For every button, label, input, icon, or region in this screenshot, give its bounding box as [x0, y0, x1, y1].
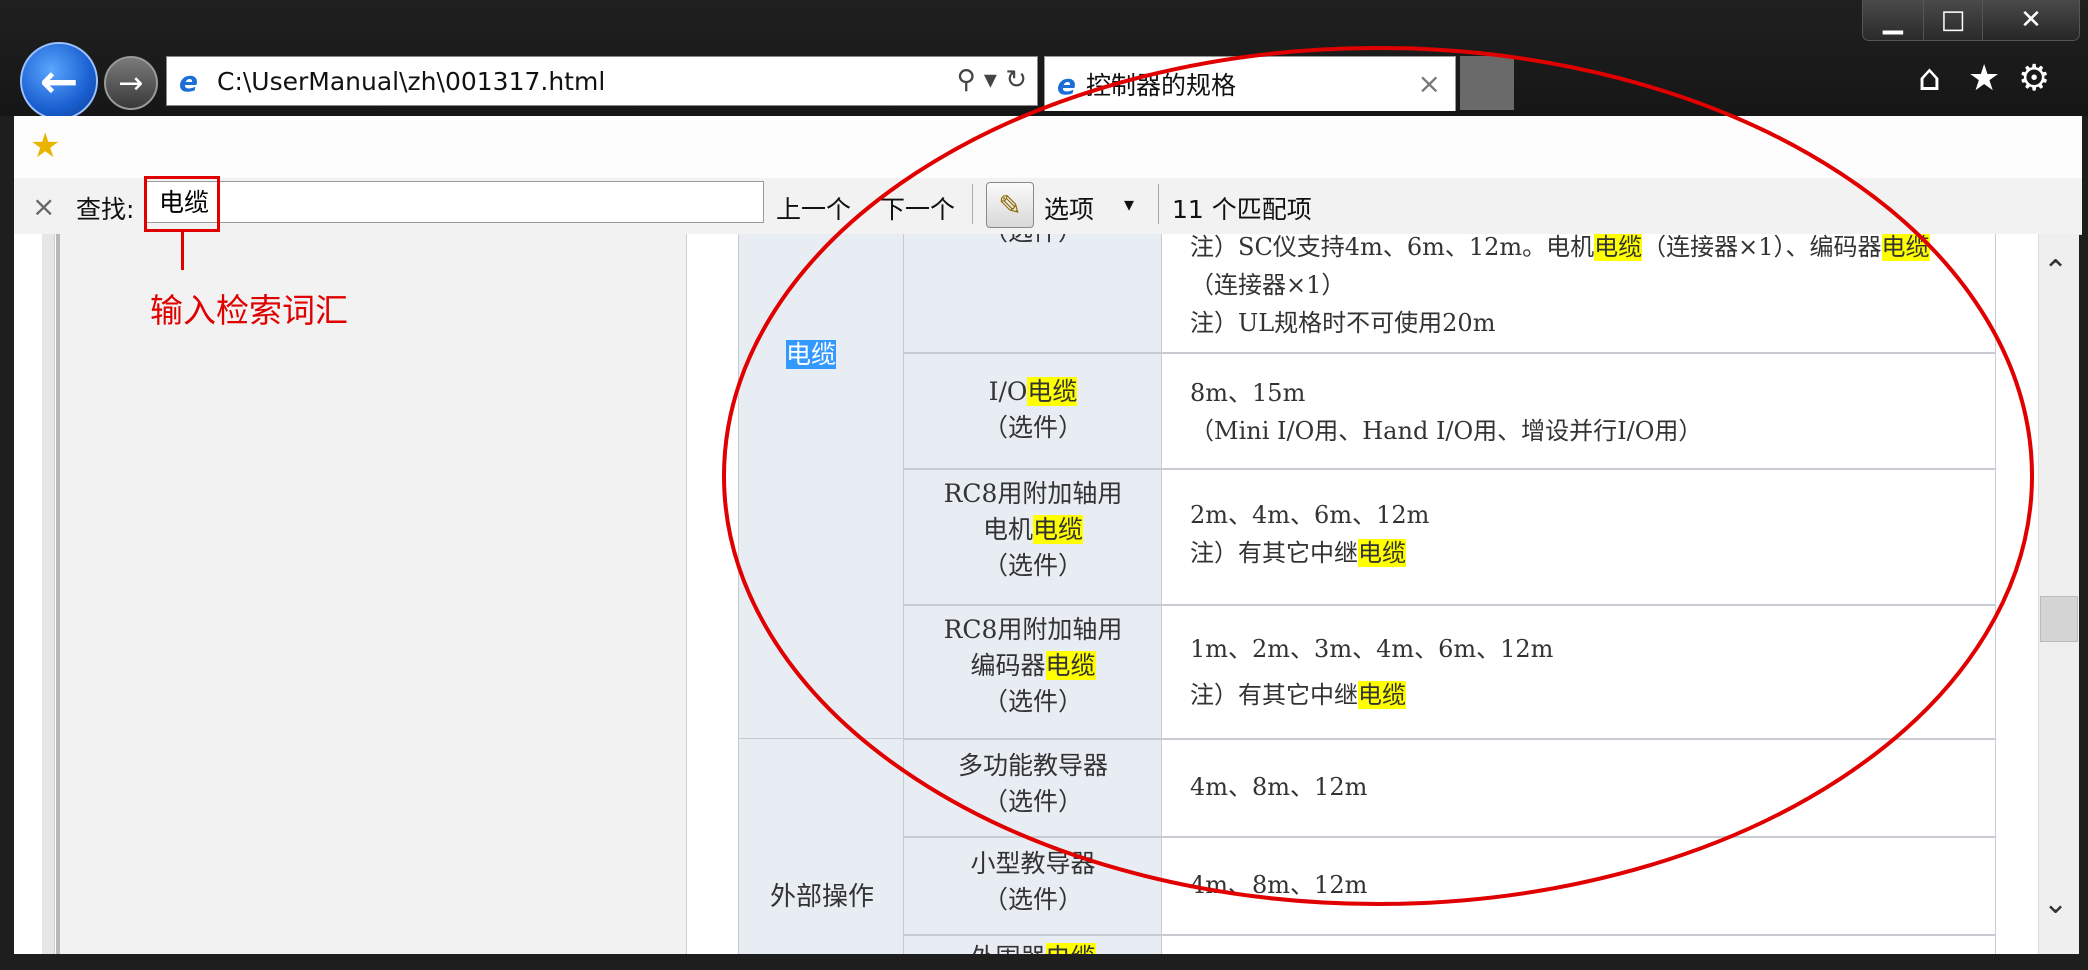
maximize-button[interactable]: □ — [1923, 0, 1983, 41]
find-next-button[interactable]: 下一个 — [880, 190, 955, 226]
find-label: 查找: — [76, 195, 135, 224]
row1-label: I/O电缆 （选件） — [982, 377, 1083, 442]
close-window-button[interactable]: ✕ — [1982, 0, 2080, 41]
row0-line2: （连接器×1） — [1190, 271, 1346, 299]
chevron-down-icon[interactable]: ▾ — [1124, 192, 1134, 216]
match-count: 11 个匹配项 — [1172, 195, 1312, 224]
row-divider — [904, 468, 1996, 470]
ie-logo-icon: e — [179, 64, 198, 98]
value-column — [1162, 234, 1996, 954]
annotation-box — [144, 176, 220, 232]
find-options-button[interactable]: 选项 — [1044, 190, 1094, 226]
row1-value: 8m、15m （Mini I/O用、Hand I/O用、增设并行I/O用） — [1190, 379, 1703, 445]
row3-label: RC8用附加轴用 编码器电缆 （选件） — [943, 615, 1123, 716]
row0-label: （选件） — [904, 234, 1162, 250]
home-icon[interactable]: ⌂ — [1918, 58, 1941, 99]
row5-value: 4m、8m、12m — [1190, 871, 1368, 899]
tab-active[interactable]: e 控制器的规格 × — [1044, 56, 1456, 111]
search-refresh-icons[interactable]: ⚲ ▾ ↻ — [957, 65, 1027, 95]
row5-label: 小型教导器 （选件） — [970, 849, 1096, 914]
row-divider — [904, 738, 1996, 740]
separator — [972, 184, 973, 224]
row3-value: 1m、2m、3m、4m、6m、12m 注）有其它中继电缆 — [1190, 635, 1554, 709]
page-content: 电缆 外部操作 （选件） 注）SC仪支持4m、6m、12m。电机电缆（连接器×1… — [14, 234, 2068, 954]
highlight-pen-icon[interactable]: ✎ — [986, 182, 1034, 228]
row4-label: 多功能教导器 （选件） — [957, 751, 1108, 816]
row2-value: 2m、4m、6m、12m 注）有其它中继电缆 — [1190, 501, 1430, 567]
ie-logo-icon: e — [1057, 67, 1076, 101]
row4-value: 4m、8m、12m — [1190, 773, 1368, 801]
address-url[interactable]: C:\UserManual\zh\001317.html — [217, 67, 605, 96]
row6-label: 外围器电缆 — [904, 940, 1162, 954]
annotation-line — [181, 232, 184, 270]
favorites-add-icon[interactable]: ★ — [30, 126, 60, 166]
separator — [1158, 184, 1159, 224]
row-divider — [904, 352, 1996, 354]
row-divider — [904, 836, 1996, 838]
find-close-icon[interactable]: × — [32, 190, 55, 223]
row-divider — [904, 934, 1996, 936]
category-divider — [738, 738, 904, 739]
scroll-thumb[interactable] — [2040, 596, 2078, 642]
chevron-up-icon[interactable]: ⌃ — [2043, 254, 2068, 289]
forward-arrow-icon: → — [118, 65, 144, 101]
category-cable-text: 电缆 — [786, 340, 837, 369]
left-gutter — [42, 234, 55, 954]
tab-title: 控制器的规格 — [1086, 71, 1237, 100]
category-external-label: 外部操作 — [769, 882, 874, 912]
annotation-text: 输入检索词汇 — [150, 291, 348, 330]
row2-label: RC8用附加轴用 电机电缆 （选件） — [943, 479, 1123, 580]
close-tab-icon[interactable]: × — [1418, 67, 1441, 100]
find-previous-button[interactable]: 上一个 — [776, 190, 851, 226]
minimize-button[interactable]: ▁ — [1862, 0, 1924, 41]
find-bar: × 查找: 电缆 上一个 下一个 ✎ 选项 ▾ 11 个匹配项 — [14, 178, 2082, 235]
favorites-bar: ★ — [14, 116, 2082, 179]
vertical-scrollbar[interactable] — [2038, 234, 2079, 954]
row0-line1: 注）SC仪支持4m、6m、12m。电机电缆（连接器×1）、编码器电缆 — [1190, 234, 1930, 261]
star-icon[interactable]: ★ — [1968, 58, 2000, 99]
back-button[interactable]: ← — [20, 42, 98, 120]
row0-value: 注）SC仪支持4m、6m、12m。电机电缆（连接器×1）、编码器电缆 （连接器×… — [1162, 234, 1996, 342]
address-bar[interactable]: e C:\UserManual\zh\001317.html ⚲ ▾ ↻ — [166, 56, 1038, 106]
nav-pane — [56, 234, 687, 954]
gear-icon[interactable]: ⚙ — [2018, 58, 2050, 99]
new-tab-button[interactable] — [1460, 56, 1514, 110]
address-tools[interactable]: ⚲ ▾ ↻ — [957, 65, 1027, 95]
category-cable-label: 电缆 — [786, 338, 837, 372]
chevron-down-icon[interactable]: ⌄ — [2043, 886, 2068, 921]
row0-line3: 注）UL规格时不可使用20m — [1190, 309, 1496, 337]
forward-button[interactable]: → — [104, 56, 158, 110]
find-input[interactable]: 电缆 — [144, 181, 764, 223]
back-arrow-icon: ← — [39, 54, 79, 108]
row-divider — [904, 604, 1996, 606]
